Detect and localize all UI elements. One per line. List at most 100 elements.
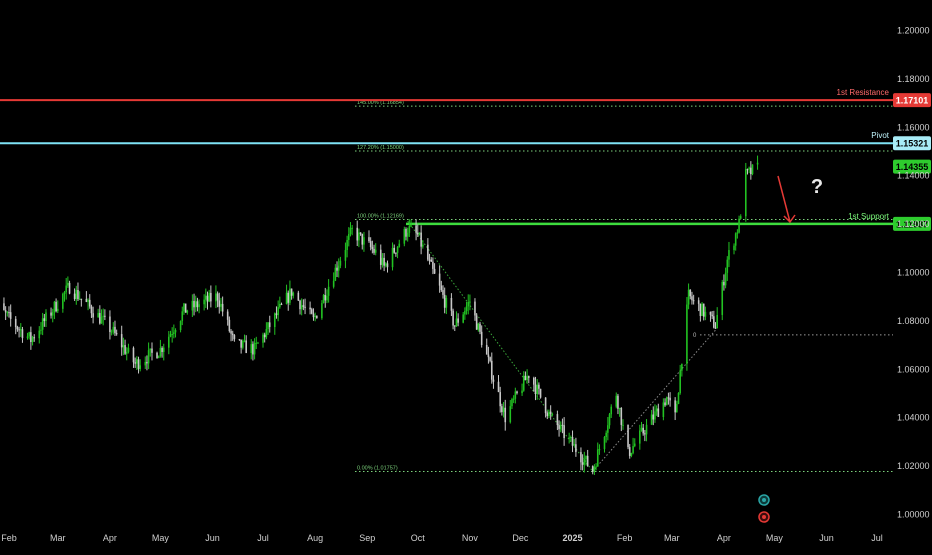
candle-body (499, 392, 501, 407)
candle-body (56, 308, 59, 312)
candle-body (639, 430, 641, 444)
candle-body (184, 303, 187, 313)
candle-body (726, 259, 729, 273)
candle-body (644, 433, 646, 435)
candle-body (450, 297, 453, 311)
fib-levels: 145.00% (1.16854)127.20% (1.15000)100.00… (355, 100, 893, 472)
candle-body (6, 312, 9, 314)
pivot-name: Pivot (871, 131, 890, 140)
candle-body (687, 289, 690, 305)
candle-body (603, 437, 606, 450)
candle-body (31, 337, 34, 343)
candle-body (38, 330, 41, 339)
candle-body (183, 303, 185, 312)
candle-body (51, 312, 54, 316)
candle-body (676, 403, 678, 413)
pivot-price-label: 1.15321 (896, 139, 929, 149)
candle-body (28, 332, 30, 337)
candle-body (665, 397, 668, 406)
candle-body (422, 244, 424, 247)
candle-body (681, 363, 683, 371)
candle-body (115, 333, 118, 335)
candle-body (321, 303, 323, 319)
candle-body (243, 340, 246, 342)
candle-body (546, 413, 549, 417)
candle-body (711, 314, 713, 317)
candle-body (110, 331, 113, 333)
candle-body (245, 340, 247, 353)
price-chart[interactable]: 145.00% (1.16854)127.20% (1.15000)100.00… (0, 0, 932, 550)
candle-body (453, 325, 456, 327)
candle-body (361, 233, 364, 245)
candle-body (593, 466, 596, 472)
candle-body (233, 335, 236, 340)
candle-body (314, 315, 316, 318)
candle-body (595, 466, 597, 468)
candle-body (713, 316, 715, 328)
candle-body (551, 414, 554, 416)
candle-body (432, 261, 434, 269)
candle-body (627, 424, 629, 448)
candle-body (250, 344, 253, 353)
candle-body (53, 301, 56, 313)
x-tick-label: Mar (50, 533, 66, 543)
candle-body (480, 331, 483, 345)
candle-body (193, 300, 195, 308)
candle-body (561, 424, 564, 426)
y-tick-label: 1.08000 (897, 316, 930, 326)
fib-trend-line (407, 220, 594, 472)
candle-body (99, 313, 101, 324)
candle-body (280, 303, 283, 305)
candle-body (374, 249, 377, 253)
candle-body (120, 334, 123, 348)
candle-body (445, 297, 448, 308)
candle-body (174, 330, 177, 333)
candle-body (521, 390, 523, 394)
candle-body (267, 322, 269, 330)
candle-body (351, 227, 353, 229)
candle-body (127, 347, 130, 352)
candle-body (457, 318, 459, 323)
candle-body (137, 359, 140, 369)
candle-body (186, 310, 189, 313)
support-name: 1st Support (848, 212, 890, 221)
candle-body (522, 375, 525, 391)
x-tick-label: Jul (257, 533, 269, 543)
candle-body (438, 273, 441, 286)
candle-body (559, 424, 562, 430)
candle-body (75, 289, 78, 299)
candle-body (122, 345, 125, 348)
candle-body (645, 424, 648, 435)
candle-body (751, 164, 754, 175)
candle-body (92, 313, 94, 318)
candle-body (570, 437, 572, 439)
zero-level-label: 0 (693, 333, 697, 339)
candle-body (689, 289, 692, 297)
candle-body (512, 398, 515, 400)
candle-body (78, 298, 81, 300)
candle-body (633, 443, 636, 447)
candle-body (511, 399, 513, 407)
x-tick-label: May (766, 533, 784, 543)
candle-body (253, 342, 256, 355)
candle-body (273, 313, 276, 328)
candle-body (398, 243, 401, 247)
candle-body (628, 447, 631, 456)
resistance-price-label: 1.17101 (896, 96, 929, 106)
candle-body (257, 342, 259, 344)
candle-body (573, 444, 576, 446)
candle-body (714, 327, 717, 329)
candle-body (41, 318, 44, 330)
candle-body (210, 292, 212, 302)
question-mark: ? (811, 176, 823, 198)
candle-body (502, 407, 505, 413)
candle-body (90, 306, 93, 314)
candle-body (539, 388, 542, 398)
candle-body (748, 167, 750, 170)
y-tick-label: 1.02000 (897, 461, 930, 471)
candle-body (147, 350, 150, 364)
candle-body (146, 361, 148, 364)
candle-body (356, 227, 359, 241)
candle-body (465, 306, 468, 312)
candle-body (149, 348, 152, 351)
